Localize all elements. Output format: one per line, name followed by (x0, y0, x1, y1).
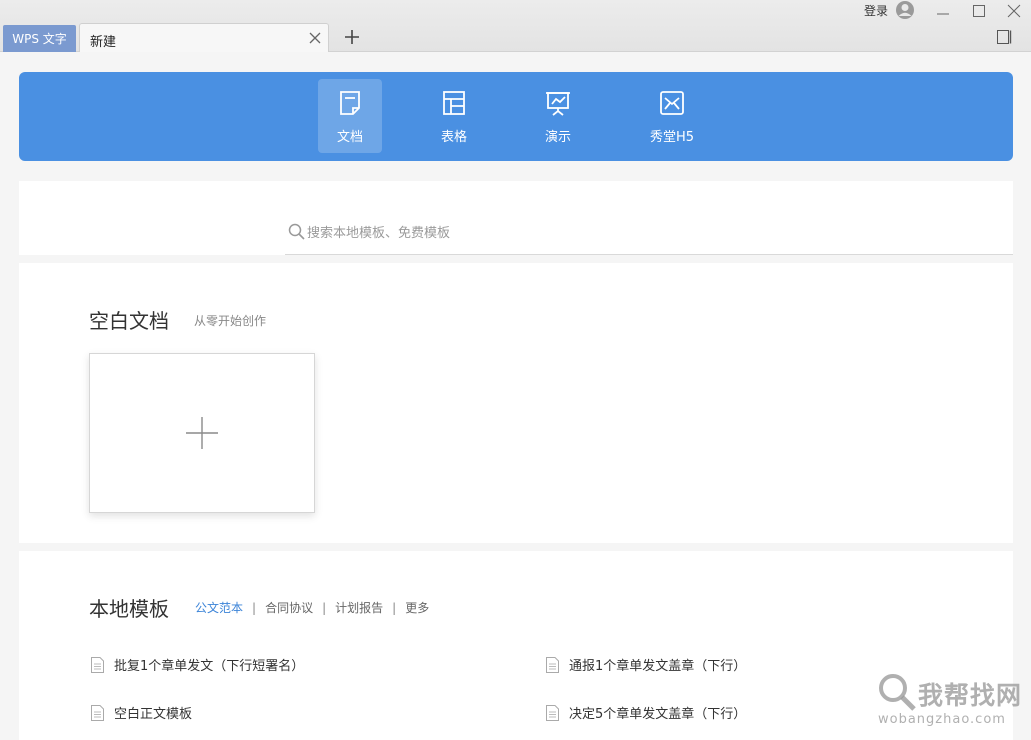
login-link[interactable]: 登录 (864, 2, 888, 19)
section-title: 本地模板 (89, 597, 169, 621)
search-panel (19, 181, 1013, 255)
tab-plans-reports[interactable]: 计划报告 (335, 599, 383, 616)
category-bar: 文档 表格 演示 秀堂H5 (19, 72, 1013, 161)
category-h5[interactable]: 秀堂H5 (640, 79, 704, 153)
watermark: 我帮找网 wobangzhao.com (876, 670, 1026, 736)
window-close-icon[interactable] (1006, 3, 1022, 19)
search-icon (288, 223, 305, 240)
template-item[interactable]: 空白正文模板 (91, 703, 192, 722)
presentation-icon (546, 92, 570, 116)
template-item-label: 通报1个章单发文盖章（下行） (569, 659, 747, 674)
category-document[interactable]: 文档 (318, 79, 382, 153)
close-icon[interactable] (308, 31, 322, 45)
category-label: 表格 (440, 130, 467, 145)
new-tab-icon[interactable] (344, 29, 360, 45)
document-icon (340, 91, 360, 115)
h5-icon (660, 91, 684, 115)
category-spreadsheet[interactable]: 表格 (422, 79, 486, 153)
sidebar-toggle-icon[interactable] (997, 30, 1013, 44)
category-label: 演示 (544, 130, 571, 145)
magnifier-logo-icon (879, 674, 916, 711)
watermark-url: wobangzhao.com (878, 712, 1006, 727)
avatar-icon[interactable] (894, 0, 916, 20)
plus-icon (186, 417, 218, 449)
template-category-tabs: 公文范本 | 合同协议 | 计划报告 | 更多 (195, 599, 430, 616)
watermark-text: 我帮找网 (918, 681, 1023, 710)
section-title: 空白文档 (89, 309, 169, 333)
search-input[interactable] (307, 223, 907, 243)
category-presentation[interactable]: 演示 (526, 79, 590, 153)
blank-document-panel: 空白文档 从零开始创作 (19, 263, 1013, 543)
app-tab[interactable]: WPS 文字 (3, 25, 76, 52)
document-file-icon (91, 704, 104, 721)
document-file-icon (91, 656, 104, 673)
template-item[interactable]: 决定5个章单发文盖章（下行） (546, 703, 746, 722)
minimize-icon[interactable] (935, 3, 951, 19)
category-label: 秀堂H5 (649, 130, 695, 145)
tab-official-documents[interactable]: 公文范本 (195, 599, 243, 616)
title-bar: WPS 文字 新建 登录 (0, 0, 1031, 52)
template-item[interactable]: 批复1个章单发文（下行短署名） (91, 655, 304, 674)
document-tab[interactable]: 新建 (79, 23, 329, 52)
section-subtitle: 从零开始创作 (194, 314, 267, 328)
tab-contracts[interactable]: 合同协议 (265, 599, 313, 616)
search-bar[interactable] (285, 217, 1013, 255)
template-item[interactable]: 通报1个章单发文盖章（下行） (546, 655, 746, 674)
document-file-icon (546, 704, 559, 721)
document-file-icon (546, 656, 559, 673)
new-blank-document-card[interactable] (89, 353, 315, 513)
tab-more[interactable]: 更多 (405, 599, 429, 616)
document-tab-label: 新建 (90, 35, 117, 50)
template-item-label: 决定5个章单发文盖章（下行） (569, 707, 747, 722)
template-item-label: 空白正文模板 (114, 707, 193, 722)
category-label: 文档 (336, 130, 363, 145)
local-templates-panel: 本地模板 公文范本 | 合同协议 | 计划报告 | 更多 批复1个章单发文（下行… (19, 551, 1013, 740)
template-item-label: 批复1个章单发文（下行短署名） (114, 659, 305, 674)
table-icon (443, 91, 465, 115)
maximize-icon[interactable] (971, 3, 987, 19)
